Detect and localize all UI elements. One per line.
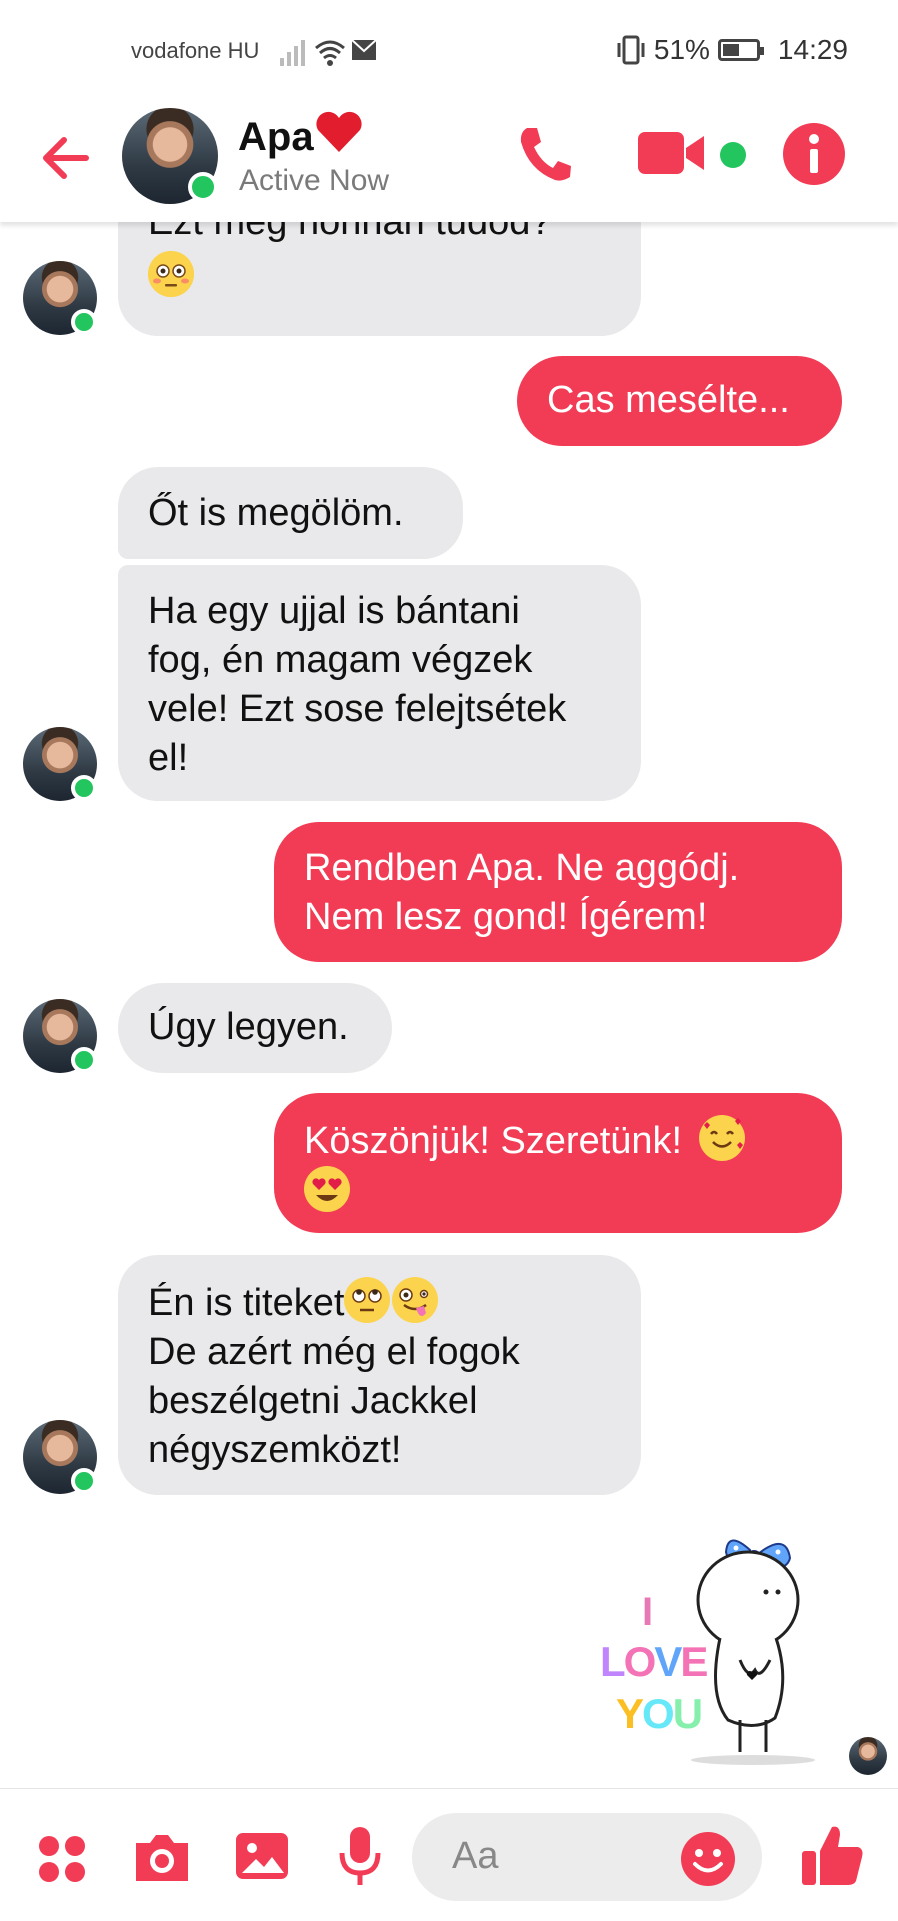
sticker-word-i: I bbox=[642, 1590, 654, 1634]
sticker-word-you: YOU bbox=[616, 1690, 703, 1738]
message-line: fog, én magam végzek bbox=[148, 639, 533, 681]
sticker-letter: U bbox=[672, 1690, 703, 1737]
message-line: Köszönjük! Szeretünk! bbox=[304, 1115, 842, 1166]
vibrate-icon bbox=[617, 35, 645, 65]
contact-avatar[interactable] bbox=[122, 108, 218, 204]
sticker-letter: Y bbox=[616, 1690, 644, 1737]
message-line: beszélgetni Jackkel bbox=[148, 1380, 478, 1422]
message-text: Úgy legyen. bbox=[148, 1006, 349, 1048]
message-outgoing[interactable]: Köszönjük! Szeretünk! bbox=[274, 1093, 842, 1233]
message-line: Nem lesz gond! Ígérem! bbox=[304, 896, 708, 938]
message-incoming[interactable]: Őt is megölöm. bbox=[118, 467, 463, 559]
contact-avatar-small[interactable] bbox=[23, 727, 97, 801]
battery-fill bbox=[722, 44, 740, 56]
apps-grid-icon[interactable] bbox=[38, 1835, 86, 1888]
message-emoji-line bbox=[304, 1166, 842, 1217]
back-arrow-icon[interactable] bbox=[38, 130, 94, 191]
message-outgoing[interactable]: Rendben Apa. Ne aggódj. Nem lesz gond! Í… bbox=[274, 822, 842, 962]
i-love-you-sticker[interactable]: I LOVE YOU bbox=[590, 1520, 850, 1780]
message-input[interactable]: Aa bbox=[412, 1813, 762, 1901]
red-heart-icon bbox=[315, 111, 362, 152]
carrier-label: vodafone HU bbox=[131, 38, 260, 63]
sticker-letter: V bbox=[654, 1638, 682, 1685]
online-indicator bbox=[71, 1047, 97, 1073]
read-receipt-avatar bbox=[849, 1737, 887, 1775]
message-line: el! bbox=[148, 737, 189, 779]
message-line: Ha egy ujjal is bántani bbox=[148, 590, 520, 632]
online-indicator bbox=[71, 1468, 97, 1494]
zany-face-emoji bbox=[392, 1277, 439, 1323]
thumbs-up-icon[interactable] bbox=[800, 1821, 866, 1892]
message-input-placeholder: Aa bbox=[452, 1835, 499, 1877]
camera-icon[interactable] bbox=[132, 1829, 192, 1890]
message-line: négyszemközt! bbox=[148, 1429, 402, 1471]
heart-eyes-emoji bbox=[304, 1166, 350, 1212]
battery-icon bbox=[717, 39, 764, 61]
message-incoming[interactable]: Ha egy ujjal is bántani fog, én magam vé… bbox=[118, 565, 641, 801]
message-line: vele! Ezt sose felejtsétek bbox=[148, 688, 567, 730]
video-online-dot bbox=[720, 142, 746, 168]
status-icons bbox=[278, 34, 378, 73]
rolling-eyes-emoji bbox=[344, 1277, 391, 1323]
online-indicator bbox=[71, 309, 97, 335]
contact-name[interactable]: Apa bbox=[238, 110, 364, 160]
online-indicator bbox=[188, 172, 218, 202]
contact-avatar-small[interactable] bbox=[23, 1420, 97, 1494]
emoji-icon[interactable] bbox=[680, 1831, 736, 1892]
sticker-letter: L bbox=[600, 1638, 626, 1685]
flushed-face-emoji bbox=[148, 251, 194, 297]
contact-avatar-small[interactable] bbox=[23, 261, 97, 335]
message-line: Én is titeket bbox=[148, 1277, 641, 1328]
contact-status: Active Now bbox=[239, 164, 390, 197]
gallery-icon[interactable] bbox=[234, 1831, 290, 1886]
status-right: 51% 14:29 bbox=[616, 34, 848, 66]
status-bar: vodafone HU 51% 14:29 bbox=[0, 0, 898, 100]
message-text: Köszönjük! Szeretünk! bbox=[304, 1120, 683, 1162]
message-incoming[interactable]: Én is titeket De azért még el fogok besz… bbox=[118, 1255, 641, 1495]
message-line: De azért még el fogok bbox=[148, 1331, 520, 1373]
message-incoming[interactable]: Úgy legyen. bbox=[118, 983, 392, 1073]
phone-icon[interactable] bbox=[517, 124, 573, 189]
video-camera-icon[interactable] bbox=[636, 128, 708, 183]
composer-bar: Aa bbox=[0, 1788, 898, 1921]
message-line: Rendben Apa. Ne aggódj. bbox=[304, 847, 740, 889]
battery-percent: 51% bbox=[653, 34, 710, 65]
message-outgoing[interactable]: Cas mesélte... bbox=[517, 356, 842, 446]
microphone-icon[interactable] bbox=[338, 1825, 382, 1892]
sticker-letter: O bbox=[642, 1690, 675, 1737]
clock: 14:29 bbox=[777, 34, 848, 65]
message-text: Cas mesélte... bbox=[547, 379, 790, 421]
sticker-letter: E bbox=[680, 1638, 708, 1685]
sticker-letter: O bbox=[623, 1638, 657, 1685]
message-text: Őt is megölöm. bbox=[148, 492, 404, 534]
message-emoji-line bbox=[148, 251, 641, 302]
signal-wifi-mail-icons bbox=[280, 39, 377, 66]
conversation-header: Apa Active Now bbox=[0, 100, 898, 222]
info-icon[interactable] bbox=[782, 122, 846, 191]
online-indicator bbox=[71, 775, 97, 801]
smiling-face-with-hearts-emoji bbox=[698, 1115, 745, 1161]
message-text: Én is titeket bbox=[148, 1282, 345, 1324]
contact-avatar-small[interactable] bbox=[23, 999, 97, 1073]
sticker-word-love: LOVE bbox=[600, 1638, 708, 1686]
